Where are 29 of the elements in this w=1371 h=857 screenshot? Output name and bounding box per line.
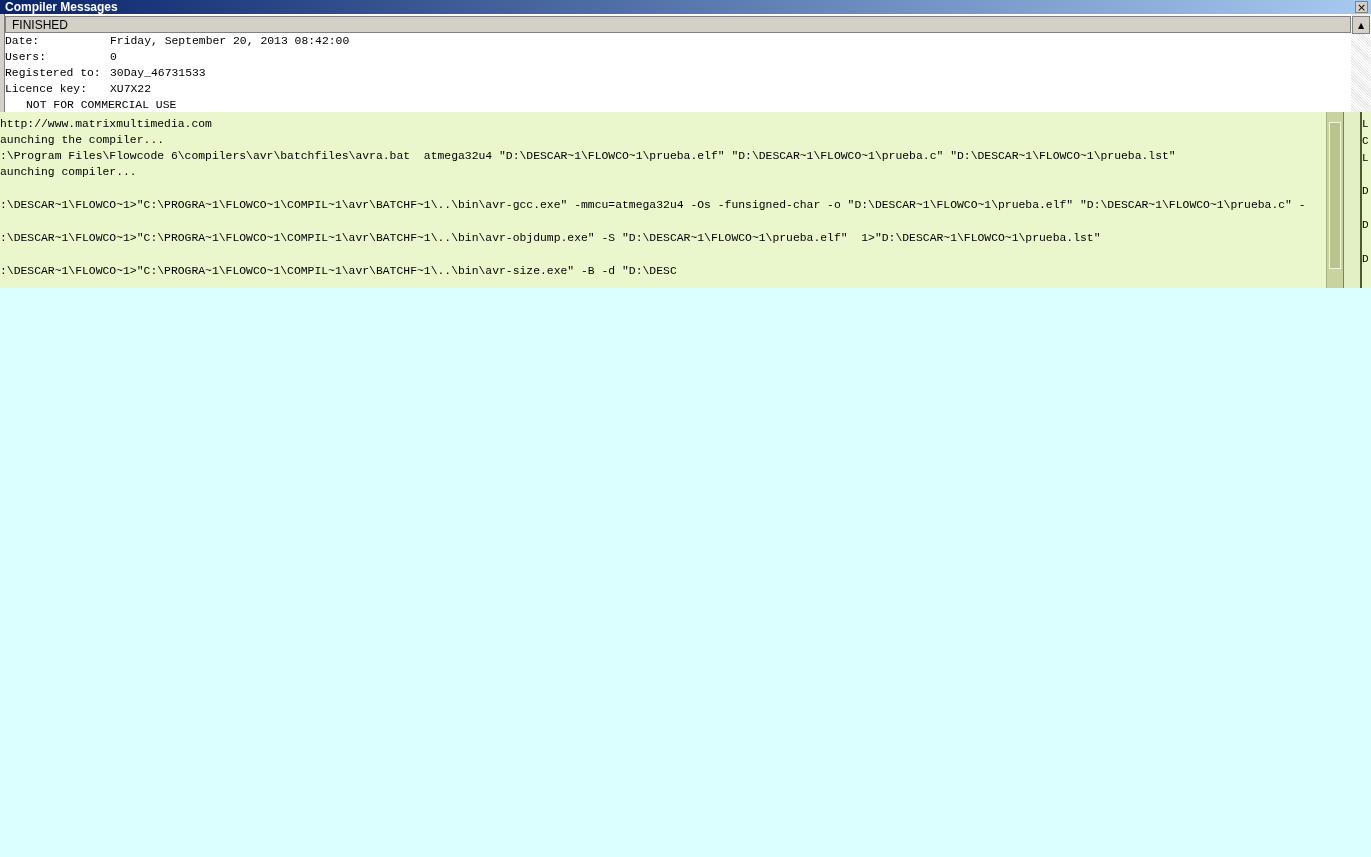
log-line: :\DESCAR~1\FLOWCO~1>"C:\PROGRA~1\FLOWCO~1\COMPIL~1\avr\BATCHF~1\..\bin\avr-objdump.exe" -S "D:\DESCAR~1\FLOWCO~1\prueba.elf" 1>"D:\DESCAR~1\FLOWCO~1\prueba.lst" [0, 231, 1102, 246]
log-line: aunching the compiler... [0, 133, 166, 148]
scrollbar[interactable] [1326, 112, 1343, 288]
log-line: :\DESCAR~1\FLOWCO~1>"C:\PROGRA~1\FLOWCO~1\COMPIL~1\avr\BATCHF~1\..\bin\avr-gcc.exe" -mmcu=atmega32u4 -Os -funsigned-char -o "D:\DESCAR~1\FLOWCO~1\prueba.elf" "D:\DESCAR~1\FLOWCO~1\prueba.c" - [0, 198, 1307, 213]
status-bar: FINISHED [5, 16, 1351, 34]
field-value: Friday, September 20, 2013 08:42:00 [110, 35, 350, 48]
side-letter: L [1362, 152, 1370, 166]
field-label: Date: [5, 35, 41, 48]
log-line: :\Program Files\Flowcode 6\compilers\avr\batchfiles\avra.bat atmega32u4 "D:\DESCAR~1\FLOWCO~1\prueba.elf" "D:\DESCAR~1\FLOWCO~1\prueba.c" "D:\DESCAR~1\FLOWCO~1\prueba.lst" [0, 149, 1177, 164]
field-value: 0 [110, 51, 117, 64]
notice-text: NOT FOR COMMERCIAL USE [25, 97, 178, 112]
scrollbar[interactable]: ▲ [1351, 14, 1371, 112]
field-label: Licence key: [5, 83, 89, 96]
field-value: XU7X22 [110, 83, 151, 96]
scrollbar-thumb[interactable] [1329, 122, 1341, 269]
log-line: http://www.matrixmultimedia.com [0, 117, 213, 132]
scroll-up-button[interactable]: ▲ [1352, 16, 1370, 34]
window-title: Compiler Messages [5, 0, 118, 14]
field-value: 30Day_46731533 [110, 67, 206, 80]
side-letter: D [1362, 219, 1370, 233]
side-letter: D [1362, 253, 1370, 267]
side-letter: C [1362, 135, 1370, 149]
side-letter: L [1362, 118, 1370, 132]
close-button[interactable]: × [1355, 1, 1368, 13]
log-line: aunching compiler... [0, 165, 138, 180]
field-label: Users: [5, 51, 47, 64]
field-label: Registered to: [5, 67, 102, 80]
side-letter: D [1362, 185, 1370, 199]
log-line: :\DESCAR~1\FLOWCO~1>"C:\PROGRA~1\FLOWCO~1\COMPIL~1\avr\BATCHF~1\..\bin\avr-size.exe" -B -d "D:\DESC [0, 264, 678, 279]
